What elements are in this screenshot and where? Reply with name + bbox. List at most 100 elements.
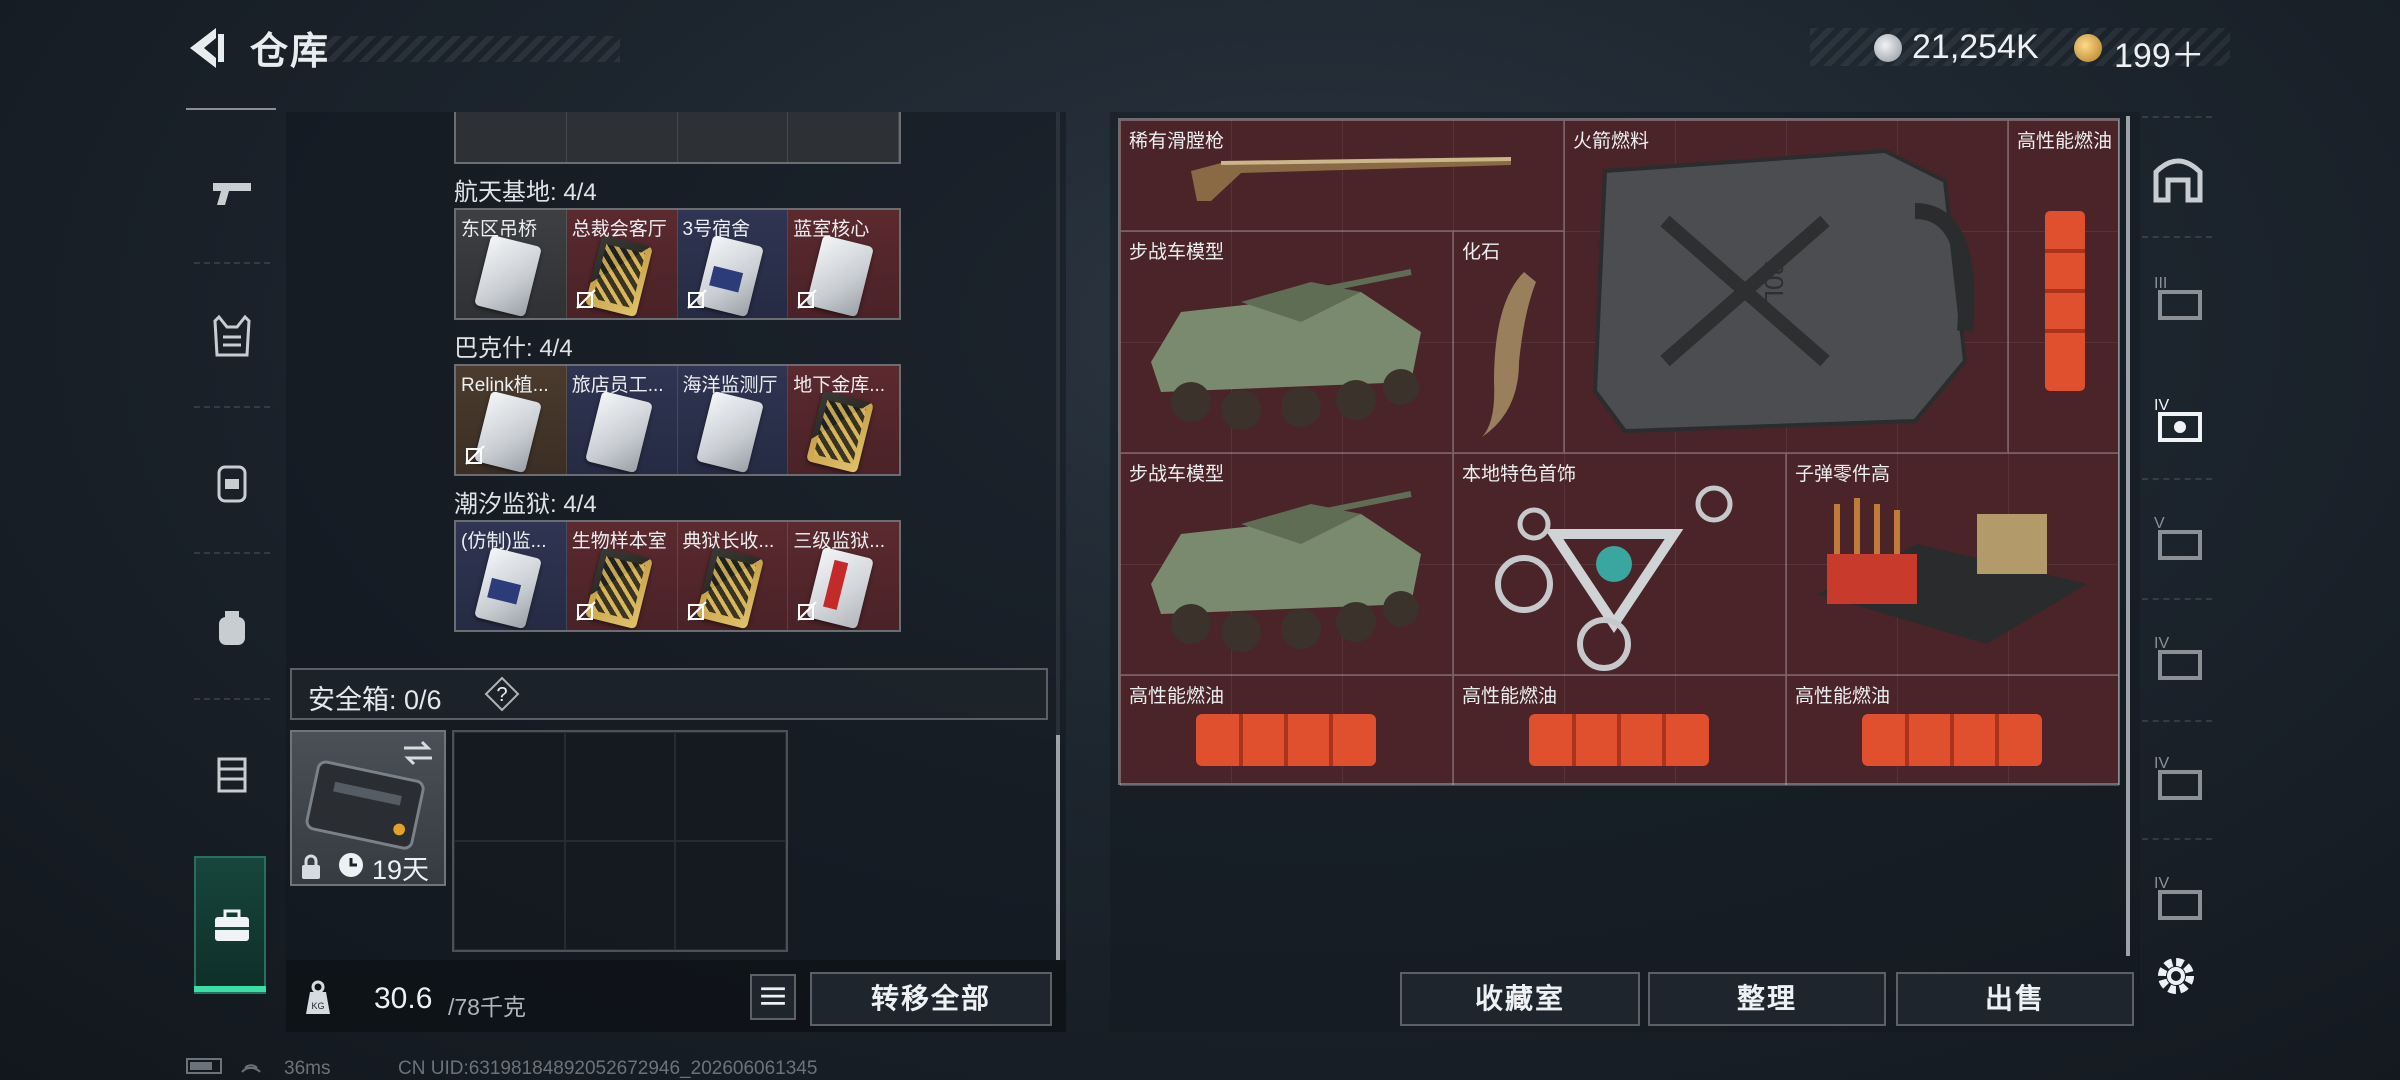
stash-item[interactable]: 高性能燃油	[1453, 675, 1786, 786]
stash-item[interactable]: 步战车模型	[1120, 453, 1453, 675]
key-item[interactable]: 地下金库...	[788, 366, 899, 474]
safebox-slot[interactable]	[454, 732, 565, 841]
organize-button[interactable]: 整理	[1648, 972, 1886, 1026]
key-item[interactable]: 蓝室核心	[788, 210, 899, 318]
swap-icon[interactable]	[400, 738, 436, 768]
token-balance[interactable]: 199＋	[2114, 28, 2205, 77]
item-name: 高性能燃油	[2017, 131, 2113, 152]
keycard-image	[474, 546, 542, 630]
back-button[interactable]	[180, 22, 230, 74]
stash-item[interactable]: 高性能燃油	[1786, 675, 2119, 786]
item-name: 化石	[1462, 242, 1501, 263]
stash-item[interactable]: 高性能燃油	[1120, 675, 1453, 786]
item-name: 子弹零件高	[1795, 464, 1891, 485]
help-button[interactable]: ?	[484, 676, 520, 712]
key-slot[interactable]	[456, 112, 567, 162]
fuel-canister-image	[1196, 714, 1376, 766]
scrollbar-thumb[interactable]	[2126, 116, 2130, 956]
key-name: 3号宿舍	[682, 219, 751, 240]
item-name: 高性能燃油	[1795, 686, 1891, 707]
stash-page-4-icon[interactable]: IV	[2150, 390, 2206, 446]
key-name: 生物样本室	[571, 531, 667, 552]
safebox-slot[interactable]	[564, 732, 676, 841]
key-item[interactable]: 生物样本室	[566, 522, 678, 630]
backpack-icon	[217, 465, 247, 503]
key-name: Relink植...	[461, 375, 549, 396]
scrollbar-thumb[interactable]	[1056, 735, 1060, 960]
svg-text:III: III	[2154, 275, 2167, 292]
key-row: Relink植... 旅店员工... 海洋监测厅 地下金库...	[454, 364, 901, 476]
key-item[interactable]: 旅店员工...	[566, 366, 678, 474]
key-item[interactable]: 三级监狱...	[788, 522, 899, 630]
svg-text:KG: KG	[311, 1001, 324, 1011]
stash-item[interactable]: 火箭燃料 20L	[1564, 120, 2008, 453]
key-slot[interactable]	[566, 112, 678, 162]
stash-item[interactable]: 高性能燃油	[2008, 120, 2119, 453]
rail-separator	[2142, 838, 2212, 840]
unlinked-icon	[576, 289, 596, 309]
stash-item[interactable]: 本地特色首饰	[1453, 453, 1786, 675]
transfer-all-button[interactable]: 转移全部	[810, 972, 1052, 1026]
rail-item-pouch[interactable]	[186, 582, 278, 674]
rail-separator	[2142, 116, 2212, 118]
unlinked-icon	[797, 601, 817, 621]
list-view-button[interactable]	[750, 974, 796, 1020]
gear-icon[interactable]	[2152, 952, 2200, 1000]
rail-separator	[2142, 598, 2212, 600]
rail-item-armor[interactable]	[186, 290, 278, 382]
help-icon: ?	[484, 676, 520, 712]
item-name: 高性能燃油	[1462, 686, 1558, 707]
fuel-canister-image	[1529, 714, 1709, 766]
musket-image	[1191, 157, 1512, 201]
key-item[interactable]: (仿制)监...	[456, 522, 567, 630]
svg-text:IV: IV	[2154, 635, 2169, 652]
key-item[interactable]: 3号宿舍	[677, 210, 789, 318]
collection-room-button[interactable]: 收藏室	[1400, 972, 1640, 1026]
key-item[interactable]: 东区吊桥	[456, 210, 567, 318]
key-item[interactable]: 总裁会客厅	[566, 210, 678, 318]
stash-page-3-icon[interactable]: III	[2150, 268, 2206, 324]
stash-item[interactable]: 化石	[1453, 231, 1564, 453]
fuel-canister-image	[1862, 714, 2042, 766]
key-name: 总裁会客厅	[571, 219, 667, 240]
rail-item-weapons[interactable]	[186, 146, 278, 238]
stash-page-5-icon[interactable]: V	[2150, 508, 2206, 564]
safebox-slot[interactable]	[454, 841, 565, 950]
bullet-parts-image	[1817, 498, 2087, 644]
stash-page-icon[interactable]: IV	[2150, 628, 2206, 684]
safebox-slot[interactable]	[675, 732, 786, 841]
safebox-slot[interactable]	[675, 841, 786, 950]
stash-page-icon[interactable]: IV	[2150, 748, 2206, 804]
safebox-days-remaining: 19天	[372, 855, 430, 885]
key-item[interactable]: 典狱长收...	[677, 522, 789, 630]
jewelry-image	[1495, 485, 1733, 671]
clock-icon	[339, 853, 363, 877]
rail-item-safebox[interactable]	[186, 880, 278, 972]
key-item[interactable]: Relink植...	[456, 366, 567, 474]
stash-page-icon[interactable]: IV	[2150, 868, 2206, 924]
sell-button[interactable]: 出售	[1896, 972, 2134, 1026]
unlinked-icon	[686, 289, 707, 309]
svg-text:V: V	[2154, 515, 2165, 532]
key-slot[interactable]	[788, 112, 899, 162]
rail-item-container[interactable]	[186, 728, 278, 820]
key-slot[interactable]	[677, 112, 789, 162]
safebox-slot[interactable]	[564, 841, 676, 950]
rail-active-indicator	[194, 986, 266, 992]
stash-home-icon[interactable]	[2150, 150, 2206, 206]
coin-balance[interactable]: 21,254K	[1912, 28, 2039, 67]
stash-item[interactable]: 稀有滑膛枪	[1120, 120, 1564, 231]
unlinked-icon	[576, 601, 596, 621]
key-item[interactable]: 海洋监测厅	[677, 366, 789, 474]
rail-item-backpack[interactable]	[186, 436, 278, 528]
stash-item[interactable]: 步战车模型	[1120, 231, 1453, 453]
fuel-canister-image	[2045, 211, 2085, 391]
rail-separator	[2142, 236, 2212, 238]
network-ping: 36ms	[284, 1058, 331, 1079]
chevron-left-icon	[190, 28, 224, 68]
item-name: 本地特色首饰	[1462, 464, 1577, 485]
rail-separator	[194, 698, 270, 700]
item-name: 稀有滑膛枪	[1129, 131, 1225, 152]
battery-wifi-icon	[186, 1058, 261, 1074]
stash-item[interactable]: 子弹零件高	[1786, 453, 2119, 675]
